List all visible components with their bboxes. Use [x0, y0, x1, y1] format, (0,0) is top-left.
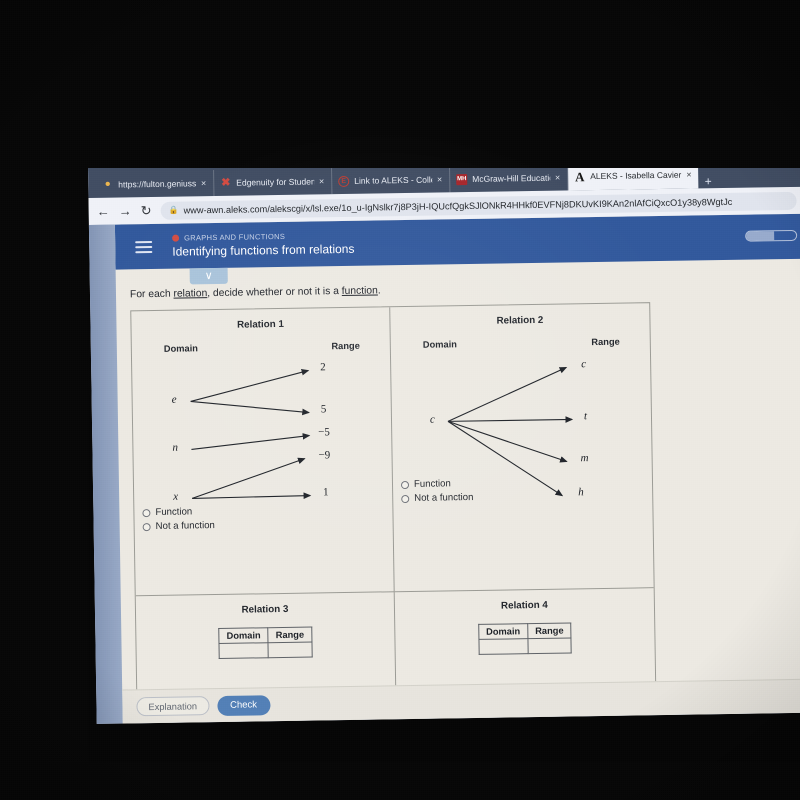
relation-2-arrows — [447, 367, 574, 497]
photo-of-laptop-screen: ● https://fulton.geniussi × ✖ Edgenuity … — [0, 0, 800, 800]
topic-dot-icon — [172, 234, 180, 242]
tab-close-icon[interactable]: × — [201, 178, 206, 188]
browser-tab-2[interactable]: E Link to ALEKS - College × — [332, 166, 451, 195]
table-row — [219, 642, 312, 659]
prompt-part-3: . — [377, 285, 381, 297]
relation-2-range-h: h — [578, 486, 584, 499]
tab-close-icon[interactable]: × — [437, 174, 442, 184]
relation-1-mapping-diagram: e n x 2 5 −5 −9 1 — [140, 350, 384, 504]
aleks-header-titles: GRAPHS AND FUNCTIONS Identifying functio… — [172, 231, 355, 259]
relation-1-options: Function Not a function — [142, 502, 384, 534]
relation-4-range-header: Range — [527, 623, 572, 640]
relation-3-range-header: Range — [268, 627, 312, 644]
relation-2-domain-c: c — [429, 413, 435, 426]
relation-1-range-5: 5 — [320, 403, 327, 416]
browser-viewport: GRAPHS AND FUNCTIONS Identifying functio… — [88, 213, 800, 724]
new-tab-button[interactable]: + — [705, 174, 712, 188]
browser-tab-3[interactable]: MH McGraw-Hill Education × — [450, 164, 569, 193]
table-row — [478, 638, 572, 655]
aleks-page: GRAPHS AND FUNCTIONS Identifying functio… — [114, 213, 800, 724]
relation-1-range-2: 2 — [320, 361, 326, 374]
table-header-row: Domain Range — [478, 623, 572, 640]
browser-tab-1[interactable]: ✖ Edgenuity for Students × — [214, 168, 333, 197]
reload-icon[interactable]: ↻ — [141, 203, 152, 218]
relation-1-option-not-a-function[interactable]: Not a function — [142, 516, 385, 534]
relation-1-range-neg5: −5 — [318, 426, 330, 439]
domain-header: Domain — [163, 343, 199, 354]
range-header: Range — [331, 340, 360, 352]
range-header: Range — [591, 336, 620, 348]
tab-title: Link to ALEKS - College — [354, 174, 433, 186]
page-title: Identifying functions from relations — [172, 241, 355, 259]
relation-4-cell-domain — [478, 639, 529, 655]
relation-3-domain-header: Domain — [218, 628, 269, 644]
domain-header: Domain — [422, 339, 457, 350]
hamburger-menu-icon[interactable] — [135, 240, 153, 253]
question-prompt: For each relation, decide whether or not… — [129, 279, 800, 301]
relation-1-domain-n: n — [172, 441, 178, 454]
progress-pill — [745, 229, 798, 242]
bulb-icon: ● — [104, 178, 111, 190]
relations-grid: Relation 1 Domain Range e n x 2 5 −5 −9 … — [130, 302, 657, 724]
bezel-left — [0, 0, 88, 800]
relation-1-domain-x: x — [173, 490, 179, 503]
bezel-bottom — [0, 762, 800, 800]
tab-title: ALEKS - Isabella Cavier — [590, 169, 682, 182]
bezel-top — [0, 0, 800, 168]
url-text: www-awn.aleks.com/alekscgi/x/lsl.exe/1o_… — [183, 196, 733, 216]
relation-1-range-neg9: −9 — [318, 449, 331, 462]
relation-4-domain-header: Domain — [478, 624, 528, 640]
relation-glossary-link[interactable]: relation — [173, 288, 207, 300]
aleks-topic-kicker: GRAPHS AND FUNCTIONS — [172, 231, 354, 243]
circle-e-icon: E — [338, 175, 350, 187]
relation-2-cell: Relation 2 Domain Range c c t m h Functi… — [390, 303, 654, 593]
relation-2-range-m: m — [580, 452, 589, 465]
option-label: Function — [155, 506, 193, 518]
radio-icon[interactable] — [142, 522, 151, 532]
tab-title: https://fulton.geniussi — [118, 178, 197, 190]
relation-1-title: Relation 1 — [236, 318, 284, 331]
relation-3-title: Relation 3 — [241, 604, 289, 617]
tab-title: McGraw-Hill Education — [472, 172, 551, 184]
radio-icon[interactable] — [142, 509, 151, 518]
relation-2-range-c: c — [581, 358, 587, 371]
relation-3-cell-domain — [219, 643, 269, 659]
option-label: Not a function — [155, 519, 215, 532]
laptop-screen: ● https://fulton.geniussi × ✖ Edgenuity … — [88, 156, 800, 724]
collapse-chevron-icon[interactable]: ∨ — [189, 267, 228, 285]
forward-icon[interactable]: → — [119, 203, 132, 218]
relation-3-cell-range — [268, 642, 312, 659]
lock-icon: 🔒 — [168, 205, 179, 215]
relation-4-title: Relation 4 — [500, 600, 548, 612]
back-icon[interactable]: ← — [97, 204, 110, 219]
prompt-part-2: , decide whether or not it is a — [207, 286, 342, 300]
relation-2-mapping-diagram: c c t m h — [399, 346, 644, 500]
tab-close-icon[interactable]: × — [555, 173, 560, 183]
topic-kicker-text: GRAPHS AND FUNCTIONS — [184, 231, 286, 243]
relation-1-arrows — [190, 369, 312, 500]
tab-title: Edgenuity for Students — [236, 176, 315, 188]
relation-1-cell: Relation 1 Domain Range e n x 2 5 −5 −9 … — [131, 307, 395, 597]
edgenuity-x-icon: ✖ — [221, 176, 231, 189]
relation-4-cell-range — [527, 638, 572, 655]
aleks-a-icon: A — [574, 168, 585, 184]
aleks-header: GRAPHS AND FUNCTIONS Identifying functio… — [114, 213, 800, 270]
tab-close-icon[interactable]: × — [319, 176, 324, 186]
tab-close-icon[interactable]: × — [686, 170, 691, 180]
prompt-part-1: For each — [129, 288, 174, 301]
function-glossary-link[interactable]: function — [342, 285, 378, 297]
relation-1-range-1: 1 — [323, 486, 329, 499]
table-header-row: Domain Range — [218, 627, 312, 644]
mcgraw-hill-icon: MH — [456, 173, 468, 185]
relation-4-table: Domain Range — [478, 623, 572, 655]
check-button[interactable]: Check — [216, 694, 271, 716]
relation-3-table: Domain Range — [218, 627, 312, 659]
relation-2-range-t: t — [583, 410, 588, 423]
relation-2-title: Relation 2 — [496, 314, 544, 327]
explanation-button[interactable]: Explanation — [136, 696, 210, 717]
relation-1-domain-e: e — [171, 393, 177, 406]
browser-tab-0[interactable]: ● https://fulton.geniussi × — [96, 170, 215, 198]
